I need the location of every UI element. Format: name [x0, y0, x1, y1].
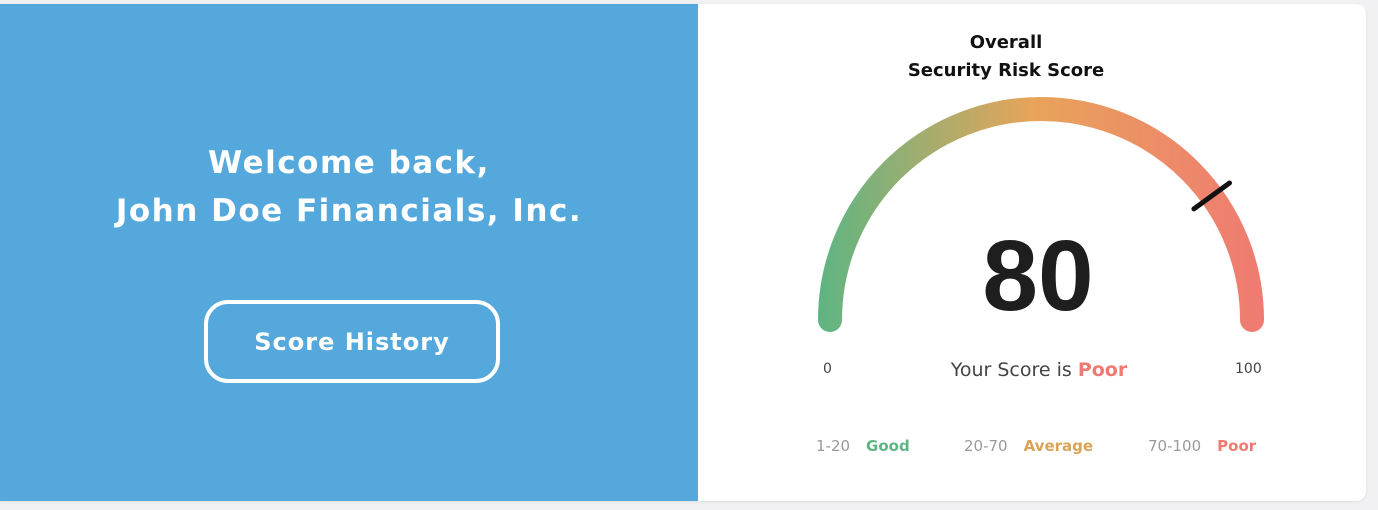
legend-label: Good	[866, 437, 910, 455]
scale-max-label: 100	[1235, 361, 1262, 377]
welcome-greeting: Welcome back,	[208, 145, 490, 181]
risk-score-panel: Overall Security Risk Score 80 0 100 You…	[698, 4, 1366, 501]
welcome-panel: Welcome back, John Doe Financials, Inc. …	[0, 4, 698, 501]
legend-range: 20-70	[964, 437, 1008, 455]
legend-item-good: 1-20 Good	[816, 437, 910, 455]
legend-label: Average	[1023, 437, 1094, 455]
score-history-button[interactable]: Score History	[204, 300, 500, 383]
company-name: John Doe Financials, Inc.	[115, 193, 583, 229]
legend-range: 70-100	[1148, 437, 1202, 455]
score-status-word: Poor	[1077, 359, 1128, 381]
scale-min-label: 0	[823, 361, 832, 377]
score-value: 80	[982, 220, 1094, 332]
legend-item-average: 20-70 Average	[964, 437, 1093, 455]
legend-label: Poor	[1217, 437, 1257, 455]
legend-item-poor: 70-100 Poor	[1148, 437, 1256, 455]
welcome-message: Welcome back, John Doe Financials, Inc.	[0, 139, 698, 235]
legend-range: 1-20	[816, 437, 851, 455]
score-status: Your Score is Poor	[898, 359, 1180, 381]
score-status-prefix: Your Score is	[950, 359, 1078, 381]
security-score-card: Welcome back, John Doe Financials, Inc. …	[0, 4, 1366, 501]
